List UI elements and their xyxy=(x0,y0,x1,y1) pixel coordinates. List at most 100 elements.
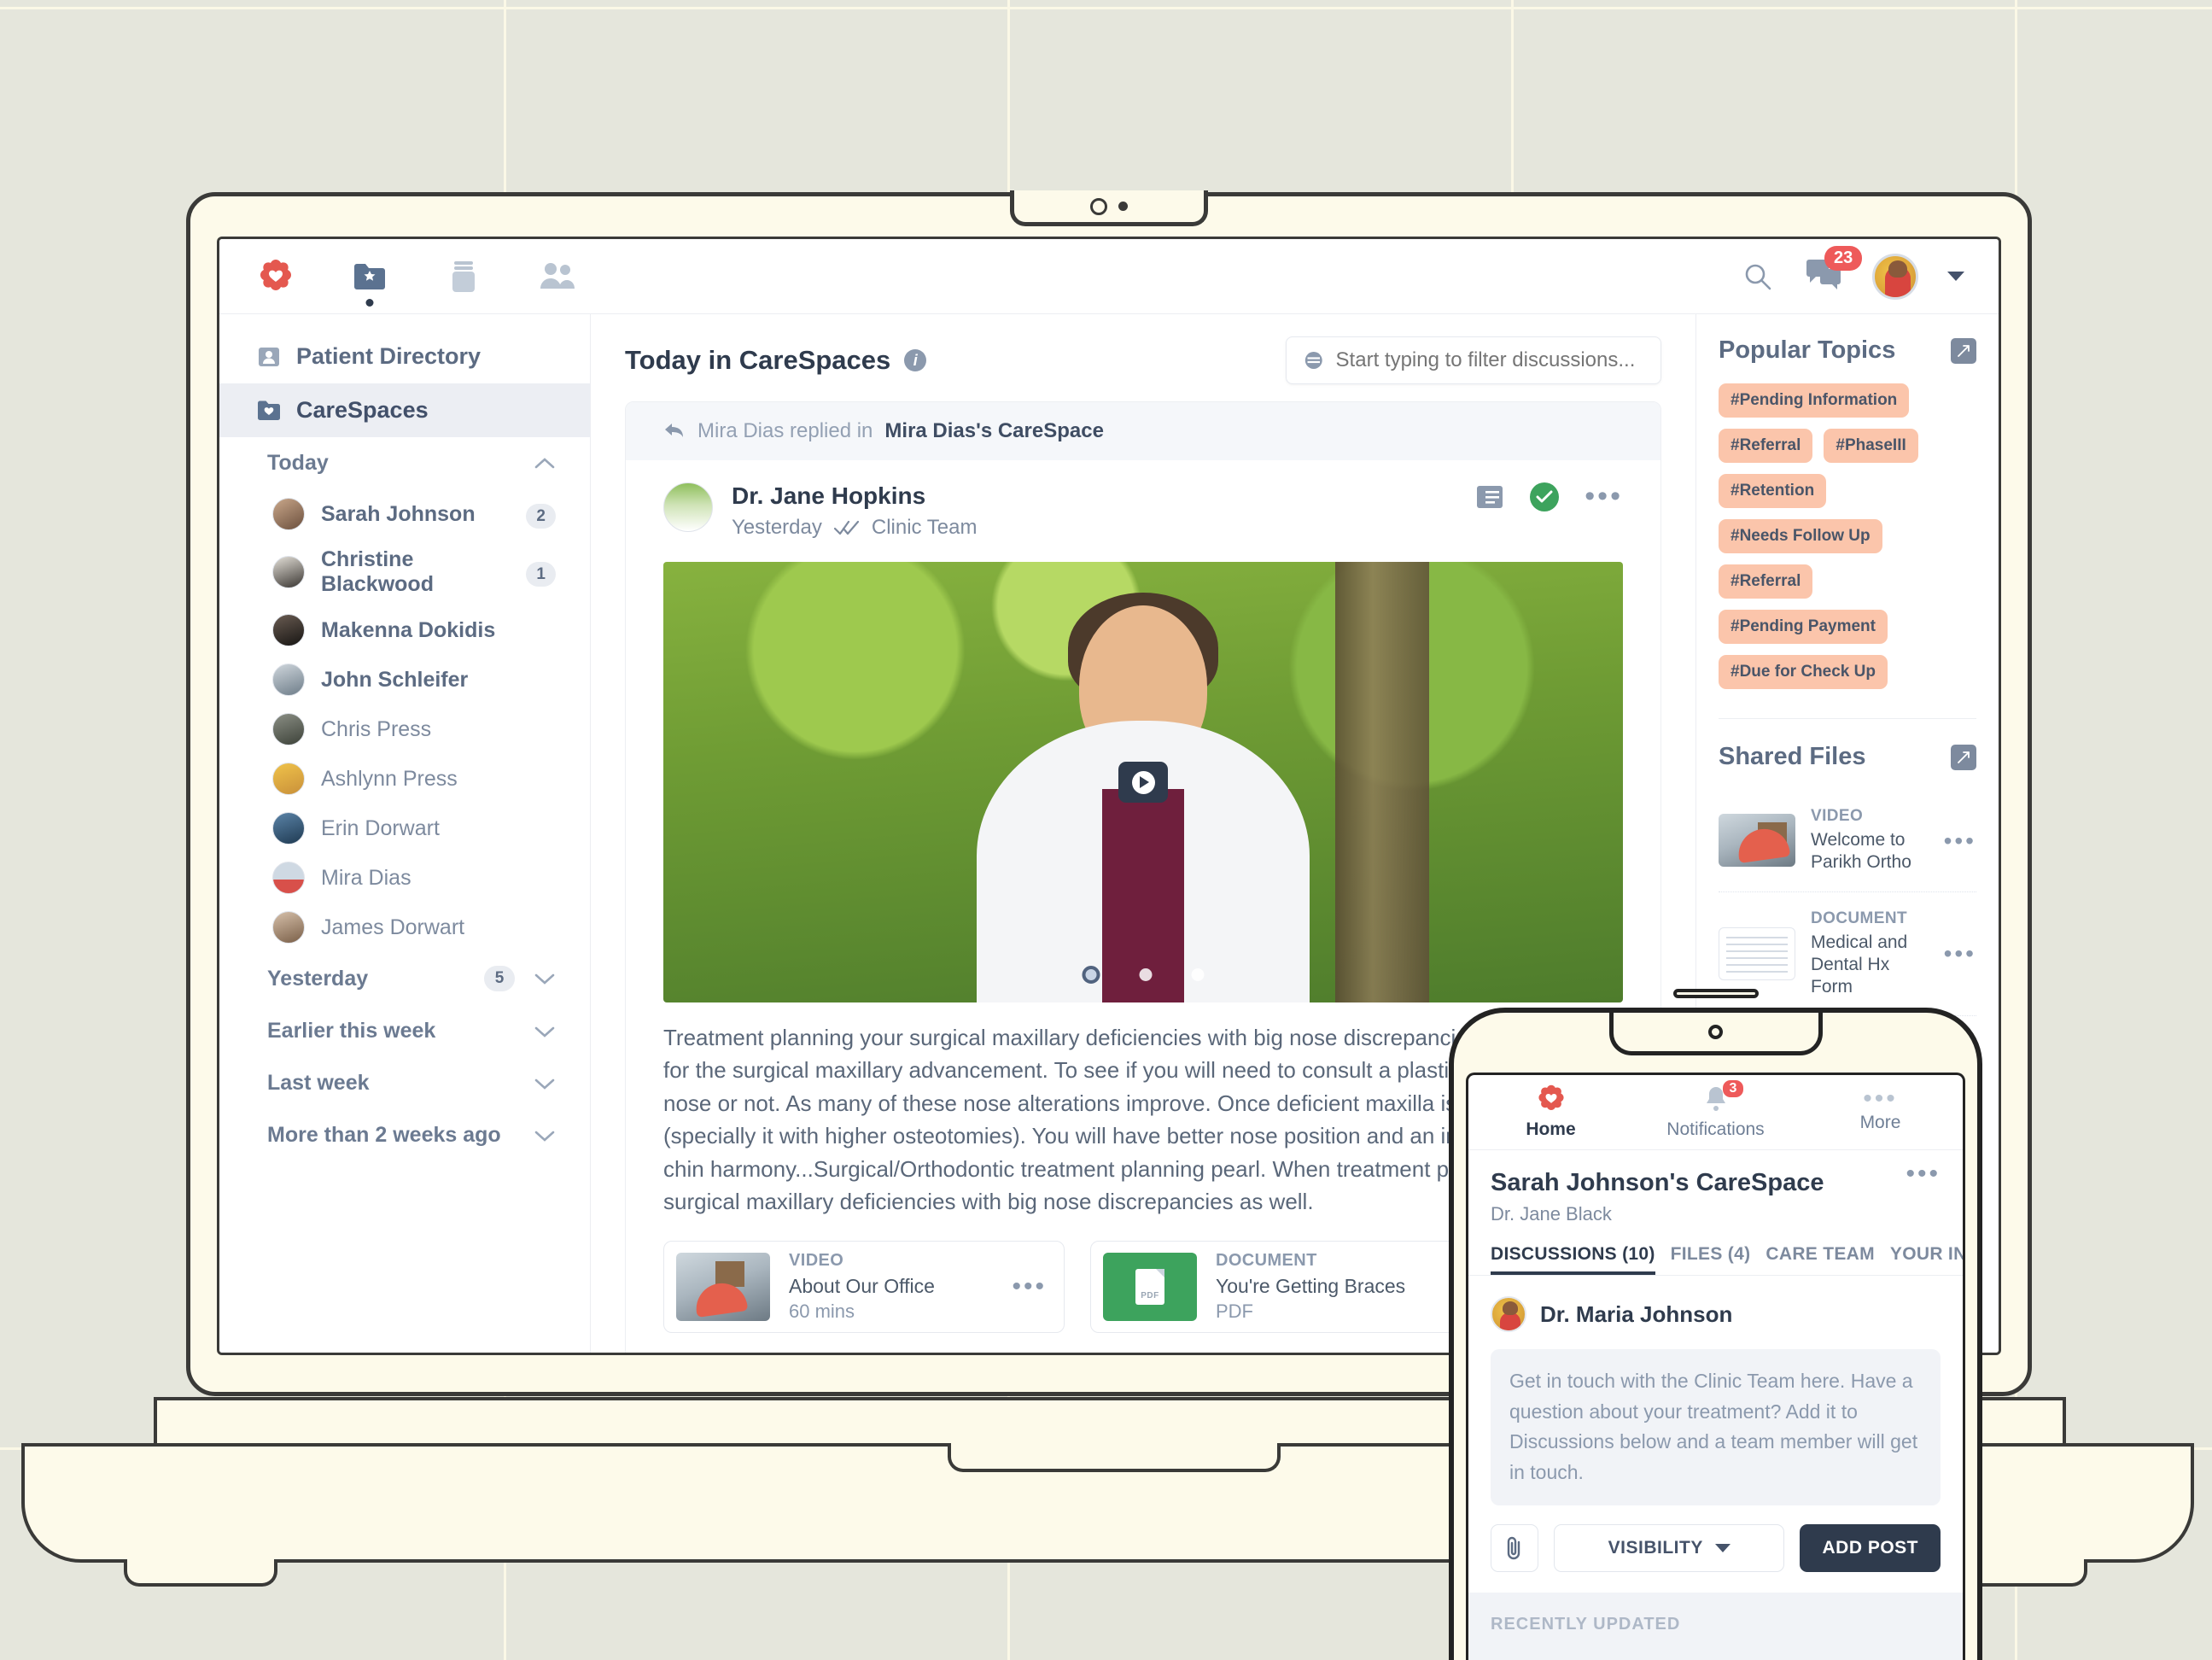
ellipsis-icon: ••• xyxy=(1863,1084,1898,1113)
attachment-kind: DOCUMENT xyxy=(1216,1250,1317,1270)
person-name: Mira Dias xyxy=(321,865,411,890)
file-row[interactable]: DOCUMENT Medical and Dental Hx Form ••• xyxy=(1719,892,1976,1017)
sidebar-group-today[interactable]: Today xyxy=(219,437,590,489)
author-name: Dr. Maria Johnson xyxy=(1540,1301,1733,1327)
sidebar-group-earlier-this-week[interactable]: Earlier this week xyxy=(219,1005,590,1057)
file-name: Welcome to Parikh Ortho xyxy=(1811,830,1911,873)
topic-chip[interactable]: #Pending Information xyxy=(1719,383,1910,418)
phone-speaker xyxy=(1672,989,1759,998)
attachment-duration: 60 mins xyxy=(789,1300,855,1322)
chevron-down-icon xyxy=(1714,1543,1730,1552)
tab-label: Notifications xyxy=(1666,1119,1765,1139)
file-row[interactable]: VIDEO Welcome to Parikh Ortho ••• xyxy=(1719,790,1976,892)
context-space-link[interactable]: Mira Dias's CareSpace xyxy=(884,419,1104,443)
tab-your-info[interactable]: YOUR INFO xyxy=(1890,1244,1963,1275)
post-hero-video[interactable] xyxy=(663,562,1623,1002)
topic-chip[interactable]: #Referral xyxy=(1719,564,1813,599)
attachment-more-button[interactable]: ••• xyxy=(1012,1273,1047,1299)
list-item[interactable]: Ashlynn Press xyxy=(219,754,590,804)
list-item[interactable]: Erin Dorwart xyxy=(219,804,590,853)
file-kind: DOCUMENT xyxy=(1811,909,1907,927)
attachment-card[interactable]: VIDEO About Our Office 60 mins ••• xyxy=(663,1240,1065,1333)
group-label: Today xyxy=(267,451,329,475)
emoji-reaction-icon[interactable] xyxy=(663,1352,692,1353)
group-count: 5 xyxy=(484,966,515,991)
pdf-thumbnail: PDF xyxy=(1103,1252,1197,1321)
sidebar-group-last-week[interactable]: Last week xyxy=(219,1057,590,1109)
people-icon[interactable] xyxy=(539,258,576,295)
tab-files[interactable]: FILES (4) xyxy=(1671,1244,1751,1275)
tab-home[interactable]: Home xyxy=(1468,1075,1633,1149)
post-author: Dr. Jane Hopkins xyxy=(732,482,926,509)
paperclip-icon[interactable] xyxy=(1491,1523,1538,1572)
document-thumbnail xyxy=(1719,926,1795,980)
topic-chip[interactable]: #Pending Payment xyxy=(1719,610,1888,644)
recently-updated-label: RECENTLY UPDATED xyxy=(1491,1614,1681,1634)
notes-icon[interactable] xyxy=(1475,484,1504,510)
resolved-check-icon[interactable] xyxy=(1530,482,1560,511)
unread-count: 2 xyxy=(526,503,556,529)
tab-label: Home xyxy=(1526,1119,1576,1139)
tab-notifications[interactable]: 3 Notifications xyxy=(1633,1075,1798,1149)
list-item[interactable]: Chris Press xyxy=(219,704,590,754)
reply-arrow-icon xyxy=(665,424,683,437)
carousel-dot[interactable] xyxy=(1139,968,1153,981)
filter-discussions-box[interactable] xyxy=(1286,336,1661,384)
person-name: Ashlynn Press xyxy=(321,766,458,791)
tab-more[interactable]: ••• More xyxy=(1798,1075,1963,1149)
topic-chip[interactable]: #Due for Check Up xyxy=(1719,655,1888,689)
list-item[interactable]: James Dorwart xyxy=(219,903,590,952)
sidebar-group-yesterday[interactable]: Yesterday 5 xyxy=(219,952,590,1005)
chevron-down-icon[interactable] xyxy=(1947,272,1964,281)
attachment-card[interactable]: PDF DOCUMENT You're Getting Braces PDF xyxy=(1090,1240,1491,1333)
camera-icon xyxy=(1090,197,1107,215)
phone-footer-section: RECENTLY UPDATED xyxy=(1468,1592,1963,1660)
list-item[interactable]: John Schleifer xyxy=(219,655,590,704)
flower-heart-logo[interactable] xyxy=(257,258,295,295)
expand-icon[interactable] xyxy=(1951,337,1976,364)
list-item[interactable]: Sarah Johnson 2 xyxy=(219,489,590,539)
topic-chip[interactable]: #Retention xyxy=(1719,474,1827,508)
list-item[interactable]: Christine Blackwood 1 xyxy=(219,539,590,605)
attachment-name: You're Getting Braces xyxy=(1216,1274,1406,1297)
post-more-button[interactable]: ••• xyxy=(1585,482,1623,511)
carousel-dot-active[interactable] xyxy=(1082,966,1100,984)
chevron-down-icon xyxy=(534,1078,555,1090)
carousel-dots[interactable] xyxy=(1082,966,1205,984)
file-more-button[interactable]: ••• xyxy=(1944,942,1976,966)
avatar[interactable] xyxy=(1872,253,1918,300)
tab-discussions[interactable]: DISCUSSIONS (10) xyxy=(1491,1244,1655,1275)
sensor-dot-icon xyxy=(1118,202,1128,211)
carousel-dot[interactable] xyxy=(1191,968,1205,981)
list-item[interactable]: Mira Dias xyxy=(219,853,590,903)
compose-textarea[interactable]: Get in touch with the Clinic Team here. … xyxy=(1491,1349,1941,1505)
archive-jar-icon[interactable] xyxy=(445,258,482,295)
search-icon[interactable] xyxy=(1739,258,1777,295)
person-name: Sarah Johnson xyxy=(321,501,476,526)
play-button[interactable] xyxy=(1118,762,1168,803)
file-more-button[interactable]: ••• xyxy=(1944,828,1976,852)
visibility-label: VISIBILITY xyxy=(1608,1537,1703,1558)
carespaces-folder-icon[interactable] xyxy=(351,258,388,307)
add-post-button[interactable]: ADD POST xyxy=(1800,1523,1941,1572)
messages-button[interactable]: 23 xyxy=(1806,246,1863,295)
app-header: 23 xyxy=(219,239,1999,314)
topic-chip[interactable]: #PhaseIII xyxy=(1824,429,1918,463)
header-right-actions: 23 xyxy=(1739,246,1964,300)
avatar xyxy=(272,812,305,845)
tab-care-team[interactable]: CARE TEAM xyxy=(1766,1244,1875,1275)
chevron-down-icon xyxy=(534,1131,555,1142)
sidebar-group-more-than-2-weeks-ago[interactable]: More than 2 weeks ago xyxy=(219,1109,590,1161)
sidebar-item-patient-directory[interactable]: Patient Directory xyxy=(219,330,590,383)
attachment-format: PDF xyxy=(1216,1300,1253,1322)
topic-chip[interactable]: #Needs Follow Up xyxy=(1719,519,1882,553)
expand-icon[interactable] xyxy=(1951,744,1976,770)
page-title: Today in CareSpaces xyxy=(625,345,891,375)
info-icon[interactable]: i xyxy=(904,349,927,371)
sidebar-item-carespaces[interactable]: CareSpaces xyxy=(219,383,590,437)
topic-chip[interactable]: #Referral xyxy=(1719,429,1813,463)
search-input[interactable] xyxy=(1335,348,1643,372)
space-more-button[interactable]: ••• xyxy=(1906,1161,1941,1187)
visibility-dropdown[interactable]: VISIBILITY xyxy=(1554,1523,1785,1572)
list-item[interactable]: Makenna Dokidis xyxy=(219,605,590,655)
